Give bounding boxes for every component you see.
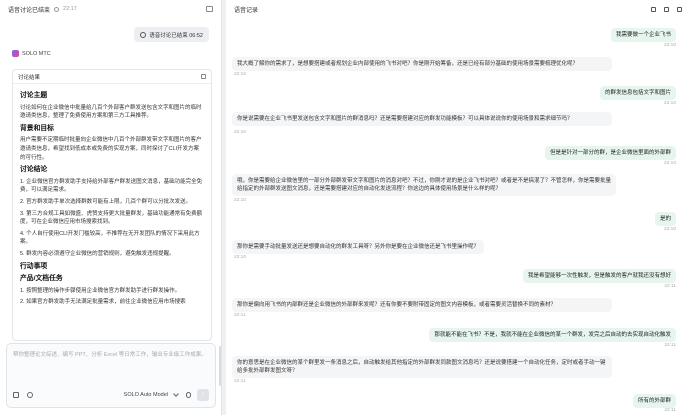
discussion-panel: 语音讨论已结束 22:17 语音讨论已结束 06:52 SOLO MTC 讨论结… bbox=[0, 0, 222, 415]
ai-message: 我大概了解你的需求了，是想要搭建或者规划企业内部使用的飞书对吧？你是刚开始筹备，… bbox=[232, 57, 612, 71]
model-selector[interactable]: SOLO Auto Model bbox=[124, 392, 168, 398]
attach-icon[interactable] bbox=[13, 392, 19, 398]
pin-icon[interactable] bbox=[651, 6, 656, 12]
voice-icon bbox=[140, 31, 147, 38]
user-message: 我是希望能够一次性触发，但是触发的客户就我还没有想好 bbox=[522, 269, 676, 283]
user-message: 所有的外部群 bbox=[632, 394, 676, 408]
section-heading: 背景和目标 bbox=[20, 124, 54, 132]
pill-label: 语音讨论已结束 06:52 bbox=[149, 32, 203, 39]
message-time: 22:10 bbox=[234, 255, 247, 260]
solo-logo-icon bbox=[12, 50, 19, 57]
conclusion-item: 5. 群发内容必须遵守企业微信的营销规则，避免触发违规提醒。 bbox=[20, 250, 175, 257]
download-icon[interactable] bbox=[664, 6, 669, 12]
user-message: 我需要做一个企业飞书 bbox=[610, 28, 676, 42]
composer-input[interactable]: 帮你整理论文综述、编写 PPT、分析 Excel 等日常工作，输出专业级工作成果… bbox=[7, 344, 215, 380]
assistant-brand: SOLO MTC bbox=[12, 50, 51, 57]
message-time: 22:10 bbox=[234, 72, 247, 77]
ai-message: 那你是偏向用飞书的内部群还是企业微信的外部群来发呢？还有你要不要附带固定的图文内… bbox=[232, 298, 612, 312]
message-time: 22:10 bbox=[663, 161, 676, 166]
conclusion-item: 3. 第三方合规工具如微盛、虎赞支持更大批量群发，基础功能通常有免费额度，可在企… bbox=[20, 210, 203, 226]
result-card-header: 讨论结果 bbox=[13, 70, 211, 84]
mic-icon[interactable] bbox=[186, 392, 191, 398]
copy-icon[interactable] bbox=[201, 74, 206, 79]
mention-icon[interactable] bbox=[27, 392, 33, 398]
section-heading: 讨论主题 bbox=[20, 92, 48, 99]
close-icon[interactable] bbox=[677, 6, 682, 12]
message-time: 22:11 bbox=[664, 343, 676, 348]
message-time: 22:11 bbox=[664, 408, 676, 413]
result-card-body: 讨论主题 讨论如何在企业微信中批量给几百个外部客户群发送包含文字和图片的临时邀请… bbox=[13, 84, 211, 314]
header-actions bbox=[651, 6, 682, 12]
transcript-panel: 语音记录 我需要做一个企业飞书 22:10 我大概了解你的需求了，是想要搭建或者… bbox=[226, 0, 690, 415]
ai-message: 哦，你是需要给企业微信里的一部分外部群发带文字和图片的消息对吧？不过，你刚才说的… bbox=[232, 174, 616, 196]
docs-list: 1. 按照整理的操作步骤使用企业微信官方群发助手进行群发操作。 2. 如果官方群… bbox=[20, 287, 204, 307]
brand-label: SOLO MTC bbox=[22, 50, 51, 57]
todo-heading: 行动事项 bbox=[20, 262, 48, 270]
conclusion-heading: 讨论结论 bbox=[20, 166, 48, 174]
result-card: 讨论结果 讨论主题 讨论如何在企业微信中批量给几百个外部客户群发送包含文字和图片… bbox=[12, 69, 212, 341]
message-time: 22:10 bbox=[234, 130, 247, 135]
discussion-ended-pill[interactable]: 语音讨论已结束 06:52 bbox=[134, 27, 209, 42]
docs-item: 2. 如果官方群发助手无法满足批量需求，前往企业微信应用市场搜索 bbox=[20, 299, 186, 306]
message-time: 22:10 bbox=[234, 198, 247, 203]
app: 语音讨论已结束 22:17 语音讨论已结束 06:52 SOLO MTC 讨论结… bbox=[0, 0, 690, 415]
user-message: 的群发信息包括文字和图片 bbox=[599, 86, 676, 100]
section-text: 用户需要不定期临时批量向企业微信中几百个外部群发带文字和图片的客户邀请类信息，希… bbox=[20, 137, 202, 161]
transcript-list: 我需要做一个企业飞书 22:10 我大概了解你的需求了，是想要搭建或者规划企业内… bbox=[226, 18, 690, 415]
user-message: 那就能不能在飞书？不是，我就不能在企业微信的某一个群发，发完之后自动的去实现自动… bbox=[429, 328, 676, 342]
result-card-title: 讨论结果 bbox=[18, 74, 41, 81]
composer-toolbar: SOLO Auto Model ↑ bbox=[13, 389, 209, 401]
conclusion-list: 1. 企业微信官方群发助手支持给外部客户群发送图文消息，基础功能完全免费，可以满… bbox=[20, 178, 204, 259]
discussion-time: 22:17 bbox=[63, 6, 77, 12]
transcript-title: 语音记录 bbox=[234, 7, 259, 14]
message-time: 22:11 bbox=[664, 284, 676, 289]
clock-icon bbox=[54, 6, 60, 12]
message-time: 22:10 bbox=[663, 43, 676, 48]
conclusion-item: 2. 官方群发助手单次选择群数可能有上限，几百个群可以分批次发送。 bbox=[20, 198, 192, 205]
message-time: 22:11 bbox=[234, 379, 246, 384]
docs-item: 1. 按照整理的操作步骤使用企业微信官方群发助手进行群发操作。 bbox=[20, 287, 181, 294]
transcript-header: 语音记录 bbox=[226, 0, 690, 18]
discussion-title: 语音讨论已结束 bbox=[8, 7, 51, 14]
scrollbar[interactable] bbox=[219, 346, 221, 386]
user-message: 但是是针对一部分的群，是企业微信里面的外部群 bbox=[544, 146, 676, 160]
message-time: 22:10 bbox=[663, 227, 676, 232]
section-text: 讨论如何在企业微信中批量给几百个外部客户群发送包含文字和图片的临时邀请类信息，整… bbox=[20, 104, 202, 120]
conclusion-item: 1. 企业微信官方群发助手支持给外部客户群发送图文消息，基础功能完全免费，可以满… bbox=[20, 178, 203, 194]
send-button[interactable]: ↑ bbox=[197, 389, 209, 401]
user-message: 是的 bbox=[654, 212, 676, 226]
message-time: 22:10 bbox=[663, 101, 676, 106]
ai-message: 你是说需要在企业飞书里发送包含文字和图片的群消息吗？还是需要搭建对应的群发功能模… bbox=[232, 112, 612, 126]
docs-heading: 产品/文档任务 bbox=[20, 275, 63, 283]
ai-message: 你的意思是在企业微信的某个群里发一条消息之后，自动触发给其他指定的外部群发同款图… bbox=[232, 356, 612, 378]
chevron-down-icon[interactable] bbox=[173, 391, 179, 397]
ai-message: 那你是需要手动批量发送还是想要自动化的群发工具呀？另外你是要在企业微信还是飞书里… bbox=[232, 240, 485, 254]
message-time: 22:11 bbox=[234, 313, 246, 318]
composer[interactable]: 帮你整理论文综述、编写 PPT、分析 Excel 等日常工作，输出专业级工作成果… bbox=[6, 343, 216, 408]
conclusion-item: 4. 个人自行使用CLI开发门槛较高，不推荐在无开发团队的情况下采用此方案。 bbox=[20, 230, 200, 246]
discussion-header: 语音讨论已结束 22:17 bbox=[0, 0, 221, 18]
expand-icon[interactable] bbox=[206, 6, 213, 12]
